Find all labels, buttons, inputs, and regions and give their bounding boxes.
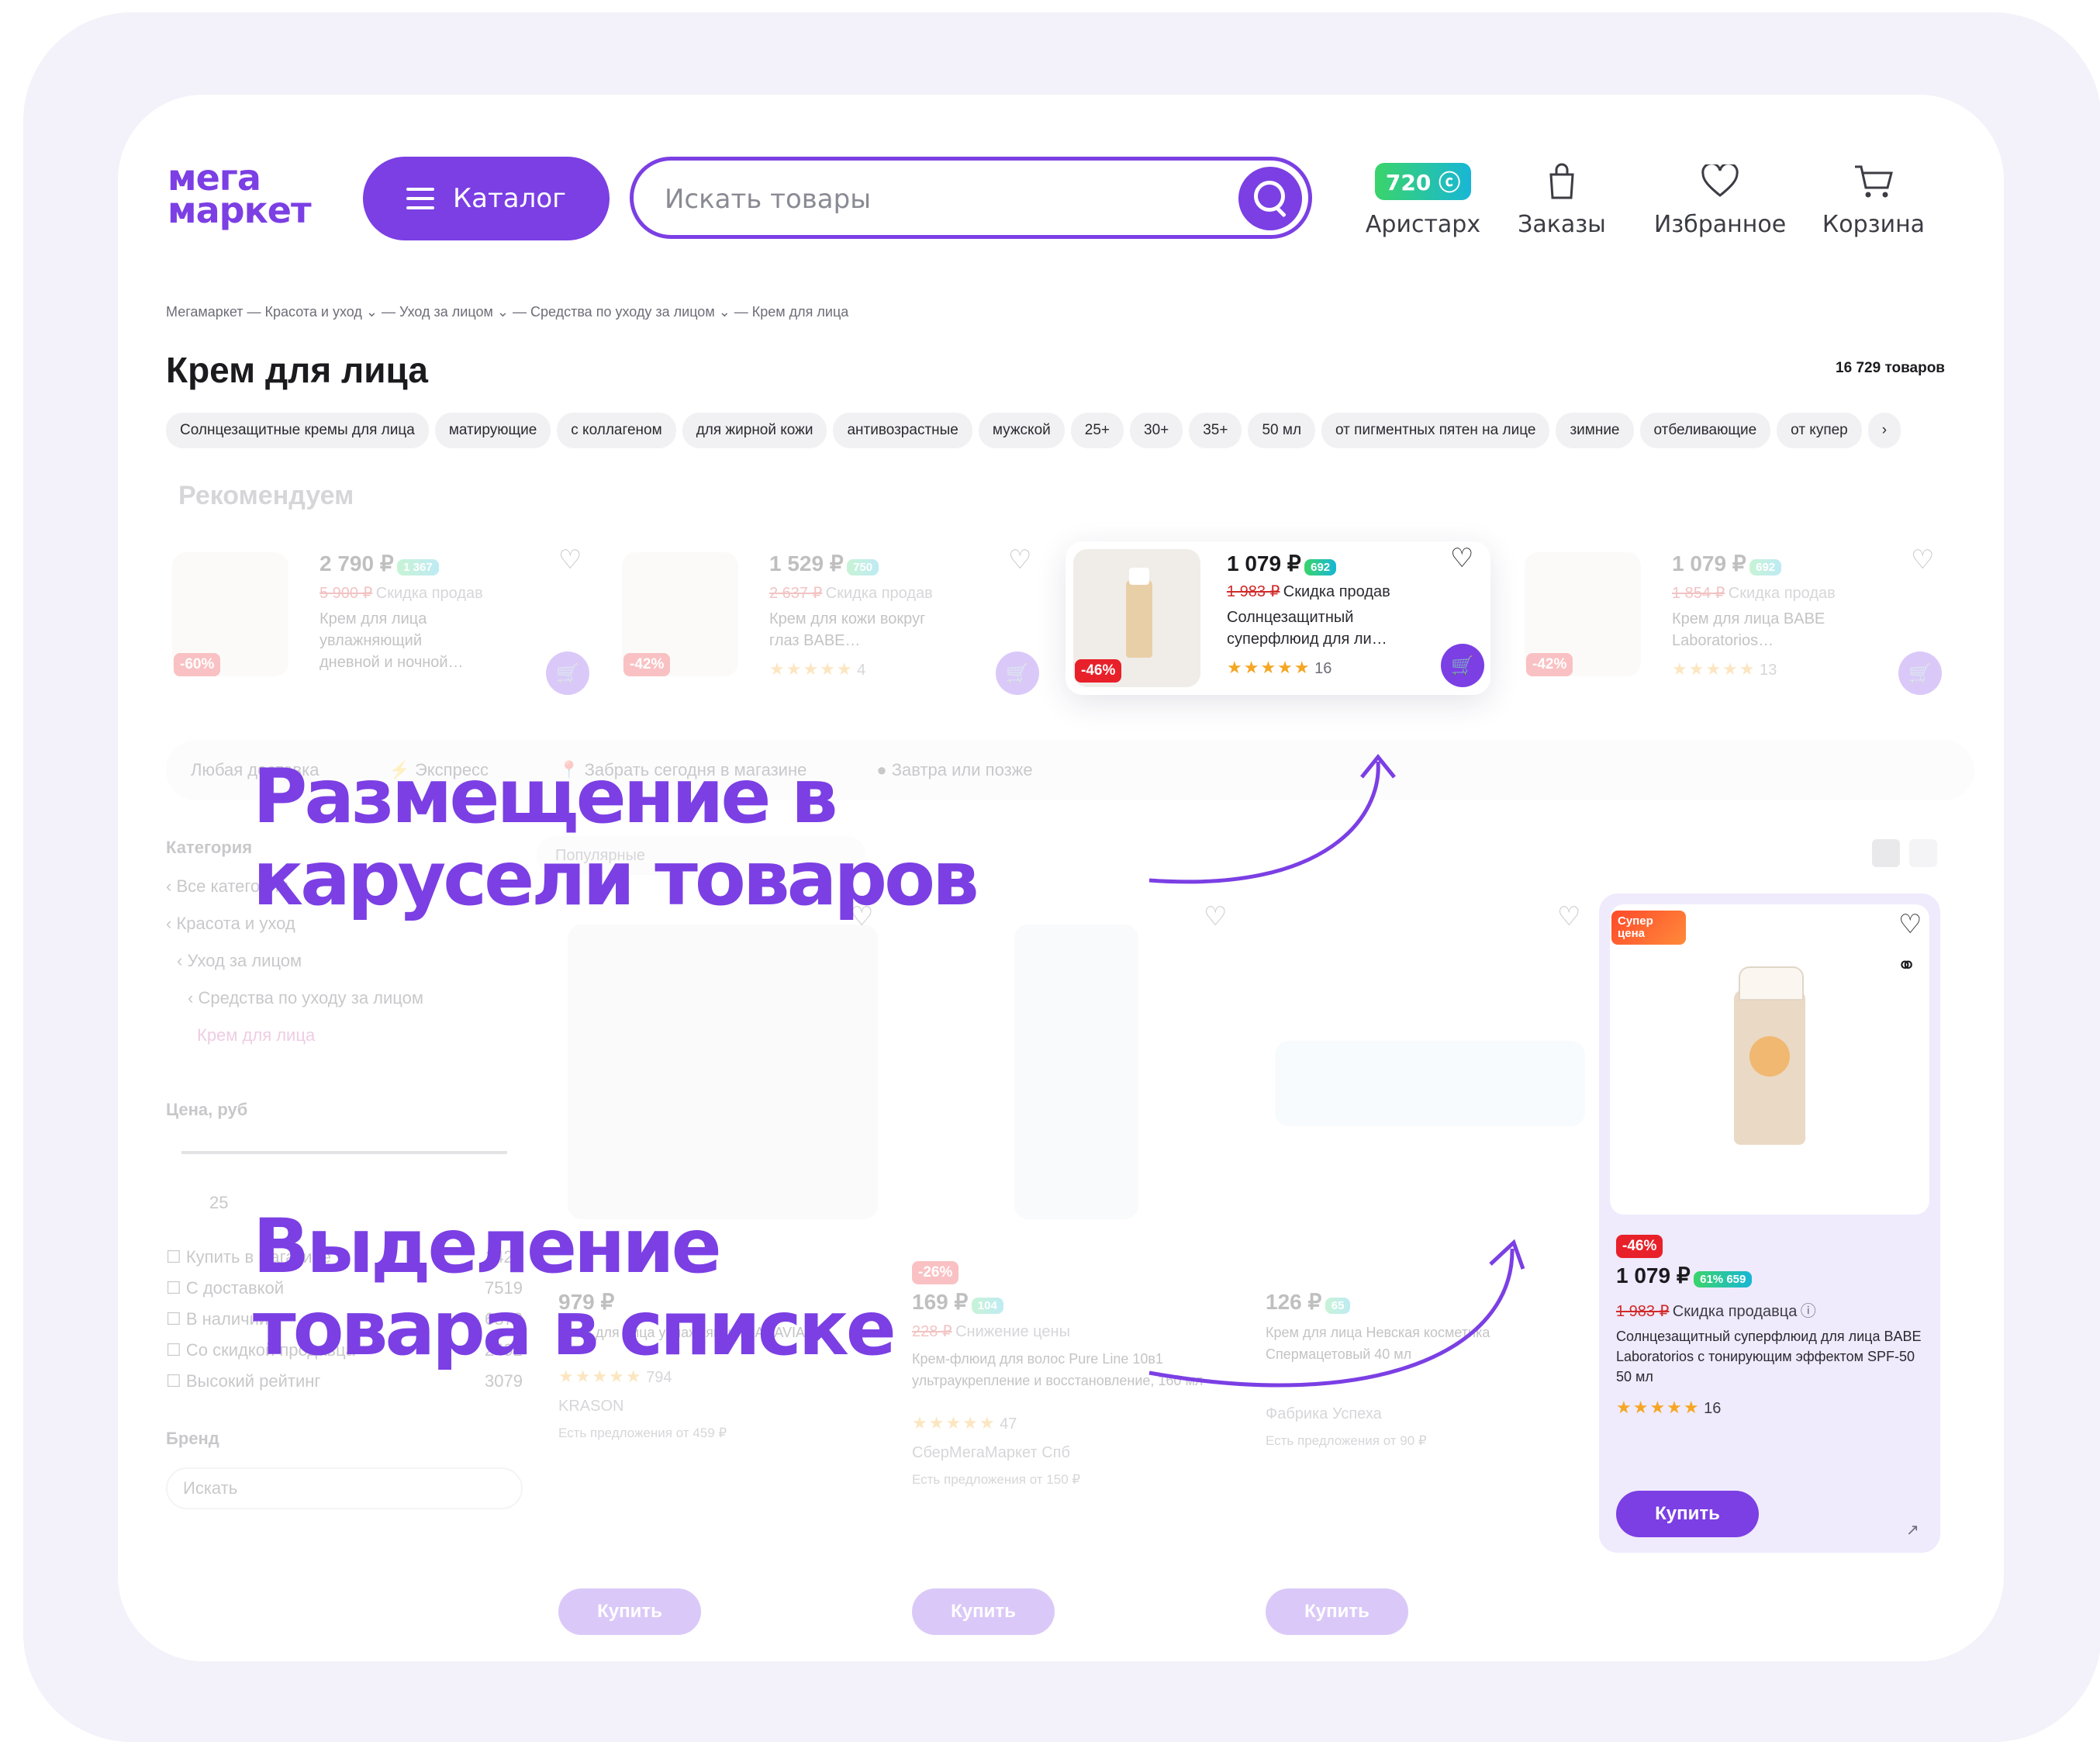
annotation-arrows (1148, 754, 1525, 1388)
list-arrow-head (1489, 1239, 1525, 1270)
carousel-arrow (1148, 761, 1380, 884)
list-arrow (1148, 1248, 1515, 1388)
page-card: мега маркет Каталог Искать товары 720 ⓒ … (118, 95, 2004, 1661)
